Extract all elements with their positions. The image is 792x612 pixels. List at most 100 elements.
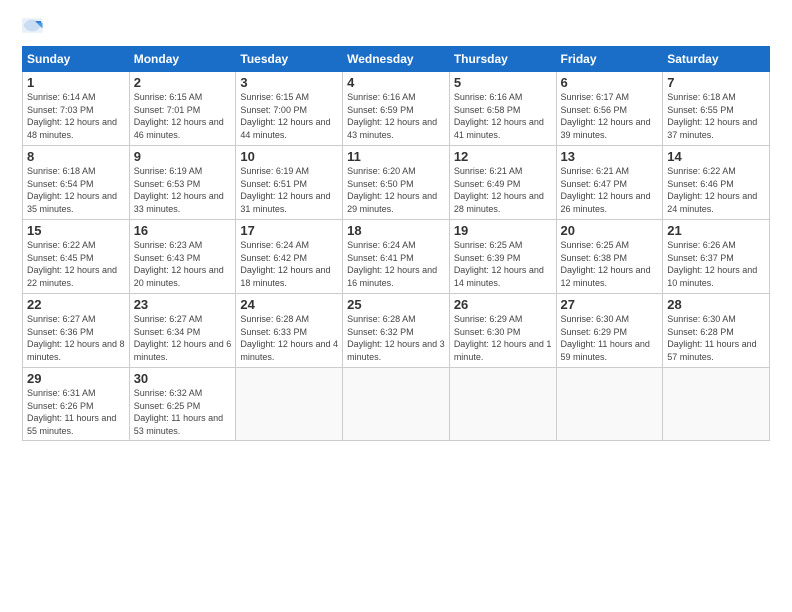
calendar-cell: 24Sunrise: 6:28 AMSunset: 6:33 PMDayligh… <box>236 294 343 368</box>
calendar-week-row: 29Sunrise: 6:31 AMSunset: 6:26 PMDayligh… <box>23 368 770 441</box>
calendar-cell: 10Sunrise: 6:19 AMSunset: 6:51 PMDayligh… <box>236 146 343 220</box>
calendar-cell: 22Sunrise: 6:27 AMSunset: 6:36 PMDayligh… <box>23 294 130 368</box>
day-info: Sunrise: 6:24 AMSunset: 6:42 PMDaylight:… <box>240 239 338 289</box>
column-header-wednesday: Wednesday <box>343 47 450 72</box>
calendar-cell: 30Sunrise: 6:32 AMSunset: 6:25 PMDayligh… <box>129 368 236 441</box>
day-number: 9 <box>134 149 232 164</box>
day-number: 6 <box>561 75 659 90</box>
day-number: 28 <box>667 297 765 312</box>
day-info: Sunrise: 6:28 AMSunset: 6:33 PMDaylight:… <box>240 313 338 363</box>
calendar-cell <box>449 368 556 441</box>
day-number: 13 <box>561 149 659 164</box>
day-info: Sunrise: 6:32 AMSunset: 6:25 PMDaylight:… <box>134 387 232 437</box>
calendar-cell: 9Sunrise: 6:19 AMSunset: 6:53 PMDaylight… <box>129 146 236 220</box>
day-info: Sunrise: 6:25 AMSunset: 6:38 PMDaylight:… <box>561 239 659 289</box>
day-number: 24 <box>240 297 338 312</box>
day-info: Sunrise: 6:20 AMSunset: 6:50 PMDaylight:… <box>347 165 445 215</box>
calendar-cell: 17Sunrise: 6:24 AMSunset: 6:42 PMDayligh… <box>236 220 343 294</box>
calendar-cell: 4Sunrise: 6:16 AMSunset: 6:59 PMDaylight… <box>343 72 450 146</box>
day-number: 25 <box>347 297 445 312</box>
calendar-cell: 27Sunrise: 6:30 AMSunset: 6:29 PMDayligh… <box>556 294 663 368</box>
day-number: 5 <box>454 75 552 90</box>
day-number: 10 <box>240 149 338 164</box>
calendar-cell: 6Sunrise: 6:17 AMSunset: 6:56 PMDaylight… <box>556 72 663 146</box>
calendar-cell: 19Sunrise: 6:25 AMSunset: 6:39 PMDayligh… <box>449 220 556 294</box>
day-info: Sunrise: 6:18 AMSunset: 6:55 PMDaylight:… <box>667 91 765 141</box>
calendar-cell: 26Sunrise: 6:29 AMSunset: 6:30 PMDayligh… <box>449 294 556 368</box>
day-info: Sunrise: 6:21 AMSunset: 6:49 PMDaylight:… <box>454 165 552 215</box>
column-header-monday: Monday <box>129 47 236 72</box>
day-info: Sunrise: 6:30 AMSunset: 6:29 PMDaylight:… <box>561 313 659 363</box>
day-info: Sunrise: 6:19 AMSunset: 6:53 PMDaylight:… <box>134 165 232 215</box>
calendar-cell: 18Sunrise: 6:24 AMSunset: 6:41 PMDayligh… <box>343 220 450 294</box>
day-info: Sunrise: 6:26 AMSunset: 6:37 PMDaylight:… <box>667 239 765 289</box>
calendar-cell <box>236 368 343 441</box>
calendar-cell: 14Sunrise: 6:22 AMSunset: 6:46 PMDayligh… <box>663 146 770 220</box>
day-number: 16 <box>134 223 232 238</box>
day-info: Sunrise: 6:16 AMSunset: 6:59 PMDaylight:… <box>347 91 445 141</box>
calendar-cell: 12Sunrise: 6:21 AMSunset: 6:49 PMDayligh… <box>449 146 556 220</box>
day-number: 15 <box>27 223 125 238</box>
calendar-cell: 29Sunrise: 6:31 AMSunset: 6:26 PMDayligh… <box>23 368 130 441</box>
day-info: Sunrise: 6:24 AMSunset: 6:41 PMDaylight:… <box>347 239 445 289</box>
day-number: 14 <box>667 149 765 164</box>
day-number: 3 <box>240 75 338 90</box>
calendar-week-row: 1Sunrise: 6:14 AMSunset: 7:03 PMDaylight… <box>23 72 770 146</box>
calendar-cell: 3Sunrise: 6:15 AMSunset: 7:00 PMDaylight… <box>236 72 343 146</box>
day-info: Sunrise: 6:28 AMSunset: 6:32 PMDaylight:… <box>347 313 445 363</box>
calendar-cell <box>663 368 770 441</box>
day-info: Sunrise: 6:16 AMSunset: 6:58 PMDaylight:… <box>454 91 552 141</box>
logo-icon <box>22 18 44 36</box>
calendar-cell: 16Sunrise: 6:23 AMSunset: 6:43 PMDayligh… <box>129 220 236 294</box>
calendar-header-row: SundayMondayTuesdayWednesdayThursdayFrid… <box>23 47 770 72</box>
column-header-friday: Friday <box>556 47 663 72</box>
calendar-cell: 13Sunrise: 6:21 AMSunset: 6:47 PMDayligh… <box>556 146 663 220</box>
day-number: 17 <box>240 223 338 238</box>
day-info: Sunrise: 6:23 AMSunset: 6:43 PMDaylight:… <box>134 239 232 289</box>
calendar-cell: 20Sunrise: 6:25 AMSunset: 6:38 PMDayligh… <box>556 220 663 294</box>
day-number: 27 <box>561 297 659 312</box>
calendar-cell <box>343 368 450 441</box>
day-number: 30 <box>134 371 232 386</box>
calendar-cell: 25Sunrise: 6:28 AMSunset: 6:32 PMDayligh… <box>343 294 450 368</box>
calendar-cell <box>556 368 663 441</box>
day-number: 26 <box>454 297 552 312</box>
day-number: 19 <box>454 223 552 238</box>
calendar-cell: 28Sunrise: 6:30 AMSunset: 6:28 PMDayligh… <box>663 294 770 368</box>
calendar-cell: 23Sunrise: 6:27 AMSunset: 6:34 PMDayligh… <box>129 294 236 368</box>
day-info: Sunrise: 6:30 AMSunset: 6:28 PMDaylight:… <box>667 313 765 363</box>
day-info: Sunrise: 6:31 AMSunset: 6:26 PMDaylight:… <box>27 387 125 437</box>
day-info: Sunrise: 6:22 AMSunset: 6:45 PMDaylight:… <box>27 239 125 289</box>
day-info: Sunrise: 6:21 AMSunset: 6:47 PMDaylight:… <box>561 165 659 215</box>
day-number: 21 <box>667 223 765 238</box>
day-number: 18 <box>347 223 445 238</box>
calendar-cell: 1Sunrise: 6:14 AMSunset: 7:03 PMDaylight… <box>23 72 130 146</box>
calendar-cell: 21Sunrise: 6:26 AMSunset: 6:37 PMDayligh… <box>663 220 770 294</box>
day-number: 4 <box>347 75 445 90</box>
day-number: 7 <box>667 75 765 90</box>
column-header-tuesday: Tuesday <box>236 47 343 72</box>
day-number: 1 <box>27 75 125 90</box>
header <box>22 18 770 36</box>
day-info: Sunrise: 6:29 AMSunset: 6:30 PMDaylight:… <box>454 313 552 363</box>
day-info: Sunrise: 6:14 AMSunset: 7:03 PMDaylight:… <box>27 91 125 141</box>
day-info: Sunrise: 6:17 AMSunset: 6:56 PMDaylight:… <box>561 91 659 141</box>
page: SundayMondayTuesdayWednesdayThursdayFrid… <box>0 0 792 612</box>
calendar-week-row: 8Sunrise: 6:18 AMSunset: 6:54 PMDaylight… <box>23 146 770 220</box>
day-info: Sunrise: 6:15 AMSunset: 7:01 PMDaylight:… <box>134 91 232 141</box>
calendar-cell: 11Sunrise: 6:20 AMSunset: 6:50 PMDayligh… <box>343 146 450 220</box>
day-number: 23 <box>134 297 232 312</box>
calendar-cell: 5Sunrise: 6:16 AMSunset: 6:58 PMDaylight… <box>449 72 556 146</box>
calendar-cell: 15Sunrise: 6:22 AMSunset: 6:45 PMDayligh… <box>23 220 130 294</box>
day-info: Sunrise: 6:27 AMSunset: 6:36 PMDaylight:… <box>27 313 125 363</box>
calendar-cell: 2Sunrise: 6:15 AMSunset: 7:01 PMDaylight… <box>129 72 236 146</box>
day-info: Sunrise: 6:18 AMSunset: 6:54 PMDaylight:… <box>27 165 125 215</box>
day-info: Sunrise: 6:22 AMSunset: 6:46 PMDaylight:… <box>667 165 765 215</box>
day-number: 12 <box>454 149 552 164</box>
day-info: Sunrise: 6:25 AMSunset: 6:39 PMDaylight:… <box>454 239 552 289</box>
day-number: 20 <box>561 223 659 238</box>
day-number: 22 <box>27 297 125 312</box>
calendar-week-row: 22Sunrise: 6:27 AMSunset: 6:36 PMDayligh… <box>23 294 770 368</box>
day-number: 2 <box>134 75 232 90</box>
calendar-table: SundayMondayTuesdayWednesdayThursdayFrid… <box>22 46 770 441</box>
